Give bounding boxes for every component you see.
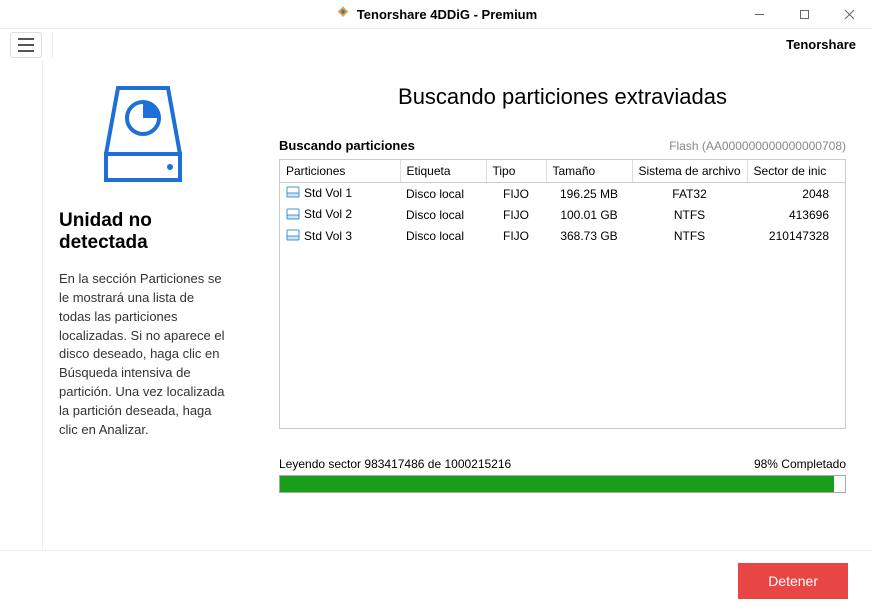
progress-status: Leyendo sector 983417486 de 1000215216 xyxy=(279,457,511,471)
window-controls xyxy=(737,0,872,28)
close-button[interactable] xyxy=(827,0,872,28)
partition-fs: FAT32 xyxy=(632,183,747,205)
progress-labels: Leyendo sector 983417486 de 1000215216 9… xyxy=(279,457,846,471)
toolbar: Tenorshare xyxy=(0,28,872,60)
partition-table: Particiones Etiqueta Tipo Tamaño Sistema… xyxy=(279,159,846,429)
titlebar: Tenorshare 4DDiG - Premium xyxy=(0,0,872,28)
partition-size: 196.25 MB xyxy=(546,183,632,205)
menu-button[interactable] xyxy=(10,32,42,58)
partition-fs: NTFS xyxy=(632,226,747,247)
col-partition[interactable]: Particiones xyxy=(280,160,400,183)
maximize-button[interactable] xyxy=(782,0,827,28)
stop-button[interactable]: Detener xyxy=(738,563,848,599)
table-header-row: Particiones Etiqueta Tipo Tamaño Sistema… xyxy=(280,160,845,183)
app-logo-icon xyxy=(335,5,351,24)
partition-name: Std Vol 2 xyxy=(304,207,352,221)
disk-icon xyxy=(286,186,300,201)
disk-icon xyxy=(286,208,300,223)
minimize-button[interactable] xyxy=(737,0,782,28)
app-title: Tenorshare 4DDiG - Premium xyxy=(357,7,537,22)
partition-type: FIJO xyxy=(486,183,546,205)
main-panel: Buscando particiones extraviadas Buscand… xyxy=(243,60,872,550)
device-id: Flash (AA000000000000000708) xyxy=(669,139,846,153)
partition-size: 368.73 GB xyxy=(546,226,632,247)
col-sector[interactable]: Sector de inic xyxy=(747,160,845,183)
partition-sector: 210147328 xyxy=(747,226,845,247)
partition-type: FIJO xyxy=(486,226,546,247)
brand-label: Tenorshare xyxy=(786,37,856,52)
disk-icon xyxy=(286,229,300,244)
partition-label: Disco local xyxy=(400,183,486,205)
progress-fill xyxy=(280,476,834,492)
progress-percent: 98% Completado xyxy=(754,457,846,471)
table-row[interactable]: Std Vol 1 Disco localFIJO196.25 MBFAT3220… xyxy=(280,183,845,205)
partition-sector: 413696 xyxy=(747,204,845,225)
sidebar-description: En la sección Particiones se le mostrará… xyxy=(59,270,227,440)
partition-fs: NTFS xyxy=(632,204,747,225)
list-label: Buscando particiones xyxy=(279,138,415,153)
partition-label: Disco local xyxy=(400,226,486,247)
partition-type: FIJO xyxy=(486,204,546,225)
partition-sector: 2048 xyxy=(747,183,845,205)
col-label[interactable]: Etiqueta xyxy=(400,160,486,183)
toolbar-divider xyxy=(52,32,53,58)
progress-section: Leyendo sector 983417486 de 1000215216 9… xyxy=(279,457,846,493)
partition-name: Std Vol 1 xyxy=(304,186,352,200)
sidebar-title: Unidad no detectada xyxy=(59,210,227,254)
partition-name: Std Vol 3 xyxy=(304,229,352,243)
footer: Detener xyxy=(0,550,872,610)
sidebar: Unidad no detectada En la sección Partic… xyxy=(43,60,243,550)
progress-bar xyxy=(279,475,846,493)
partition-label: Disco local xyxy=(400,204,486,225)
list-header: Buscando particiones Flash (AA0000000000… xyxy=(279,138,846,153)
page-heading: Buscando particiones extraviadas xyxy=(279,84,846,110)
drive-illustration-icon xyxy=(59,80,227,190)
partition-size: 100.01 GB xyxy=(546,204,632,225)
table-row[interactable]: Std Vol 3 Disco localFIJO368.73 GBNTFS210… xyxy=(280,226,845,247)
content: Unidad no detectada En la sección Partic… xyxy=(0,60,872,550)
col-type[interactable]: Tipo xyxy=(486,160,546,183)
titlebar-title-group: Tenorshare 4DDiG - Premium xyxy=(335,5,537,24)
table-row[interactable]: Std Vol 2 Disco localFIJO100.01 GBNTFS413… xyxy=(280,204,845,225)
col-filesystem[interactable]: Sistema de archivo xyxy=(632,160,747,183)
col-size[interactable]: Tamaño xyxy=(546,160,632,183)
